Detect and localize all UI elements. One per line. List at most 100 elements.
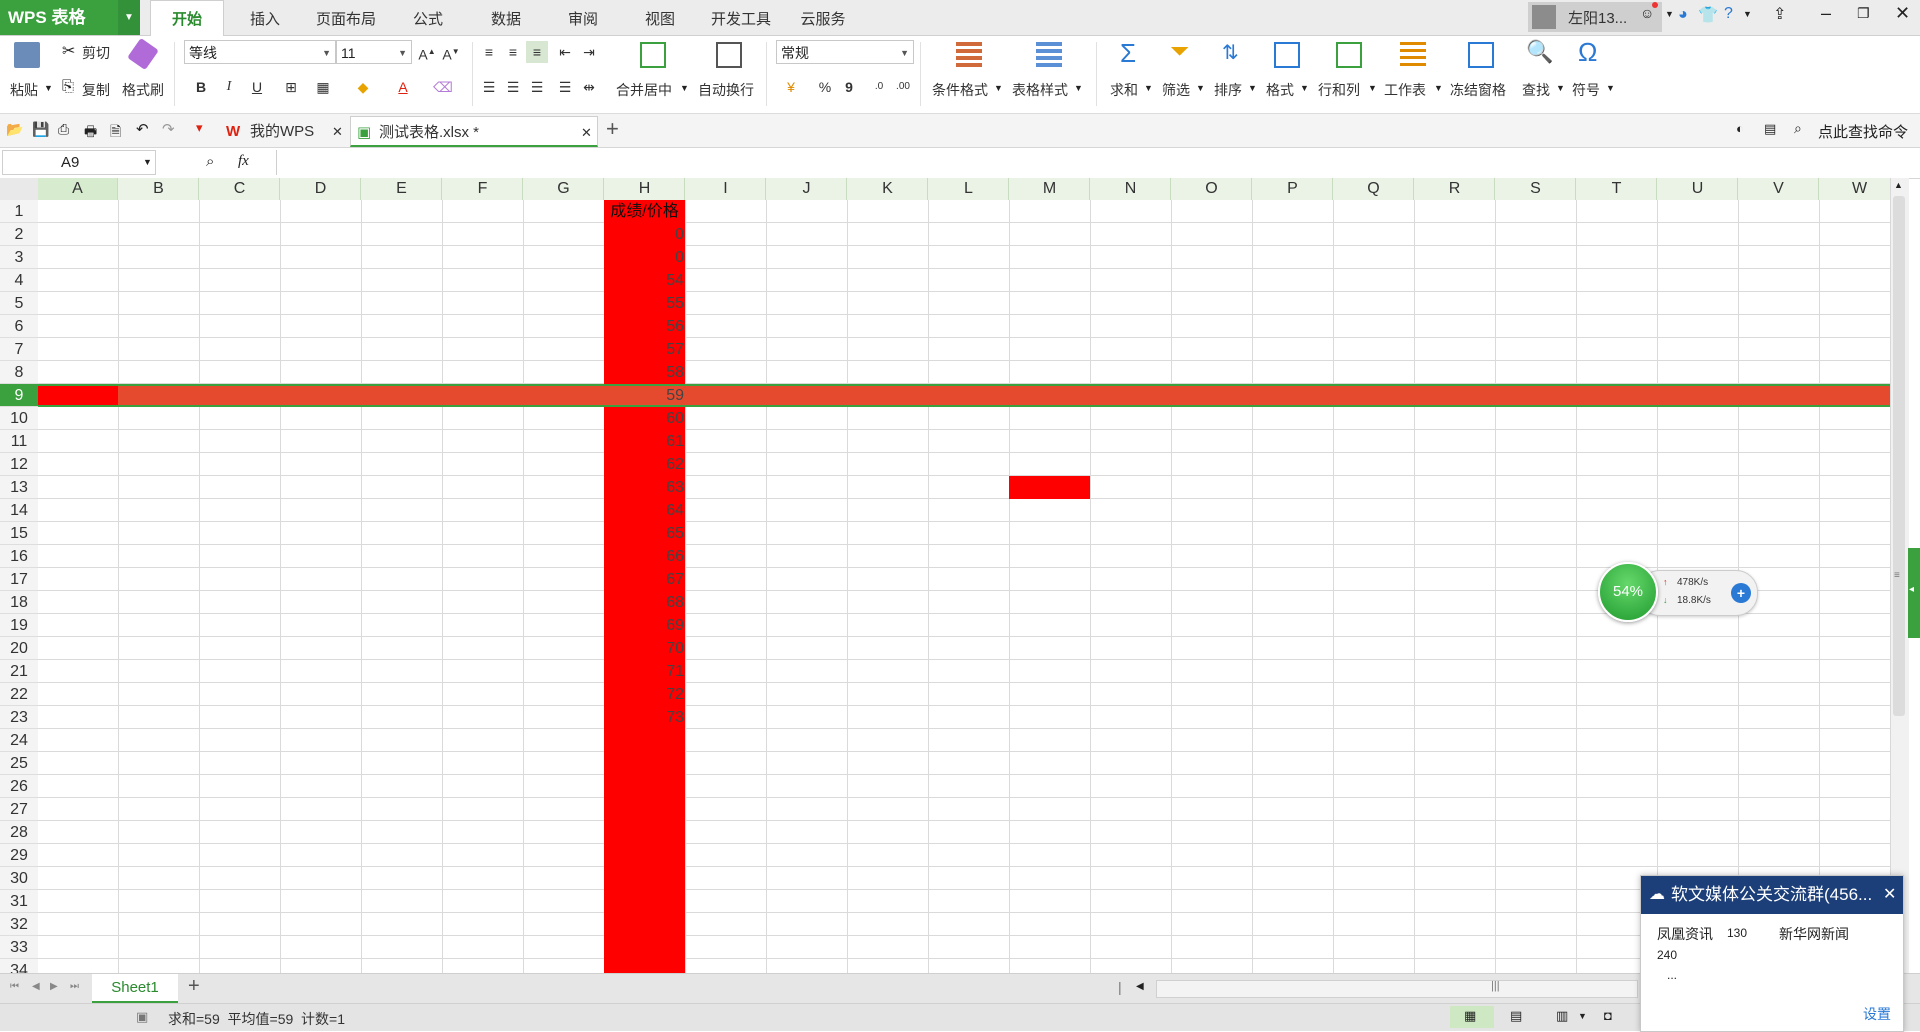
row-header[interactable]: 33 [0, 936, 38, 959]
cloud-upload-icon[interactable]: ⇪ [1773, 4, 1786, 24]
column-header[interactable]: U [1658, 178, 1738, 200]
row-header[interactable]: 12 [0, 453, 38, 476]
row-header[interactable]: 4 [0, 269, 38, 292]
row-header[interactable]: 11 [0, 430, 38, 453]
tab-review[interactable]: 审阅 [555, 0, 611, 35]
chevron-down-icon[interactable]: ▼ [1368, 83, 1377, 93]
row-header[interactable]: 18 [0, 591, 38, 614]
row-header[interactable]: 7 [0, 338, 38, 361]
justify-icon[interactable]: ☰ [554, 76, 576, 98]
cell-h16[interactable]: 66 [605, 545, 686, 568]
cell-h10[interactable]: 60 [605, 407, 686, 430]
decimal-increase-icon[interactable]: .0 [868, 76, 890, 98]
cell-h9[interactable]: 59 [605, 384, 686, 407]
row-header[interactable]: 27 [0, 798, 38, 821]
cell-h20[interactable]: 70 [605, 637, 686, 660]
copy-icon[interactable]: ⎘ [62, 78, 74, 95]
chevron-down-icon[interactable]: ▼ [44, 83, 53, 93]
merge-center-button[interactable]: 合并居中 [616, 80, 672, 100]
select-all-corner[interactable] [0, 178, 39, 201]
column-header[interactable]: P [1253, 178, 1333, 200]
chevron-down-icon[interactable]: ▼ [1196, 83, 1205, 93]
row-header[interactable]: 21 [0, 660, 38, 683]
first-sheet-icon[interactable]: ⏮ [10, 981, 19, 992]
row-header[interactable]: 20 [0, 637, 38, 660]
column-header[interactable]: N [1091, 178, 1171, 200]
tab-developer[interactable]: 开发工具 [705, 0, 777, 35]
distribute-icon[interactable]: ⇹ [578, 76, 600, 98]
column-header[interactable]: V [1739, 178, 1819, 200]
column-header[interactable]: R [1415, 178, 1495, 200]
cell-h14[interactable]: 64 [605, 499, 686, 522]
undo-icon[interactable]: ↶ [136, 120, 149, 138]
row-header[interactable]: 19 [0, 614, 38, 637]
column-header[interactable]: J [767, 178, 847, 200]
cell-h18[interactable]: 68 [605, 591, 686, 614]
scissors-icon[interactable]: ✂ [62, 41, 75, 61]
doc-tab-home[interactable]: W 我的WPS ✕ [222, 116, 348, 147]
customize-icon[interactable]: ▾ [196, 120, 203, 136]
font-name-select[interactable]: 等线 ▼ [184, 40, 336, 64]
row-header[interactable]: 14 [0, 499, 38, 522]
indent-increase-icon[interactable]: ⇥ [578, 41, 600, 63]
number-format-select[interactable]: 常规 ▼ [776, 40, 914, 64]
column-header[interactable]: K [848, 178, 928, 200]
sort-button[interactable]: 排序 [1214, 80, 1242, 100]
row-header[interactable]: 5 [0, 292, 38, 315]
font-color-icon[interactable]: A [392, 76, 414, 98]
align-middle-icon[interactable]: ≡ [502, 41, 524, 63]
sort-icon[interactable]: ⇅ [1222, 40, 1239, 65]
scroll-up-icon[interactable]: ▲ [1894, 180, 1903, 190]
freeze-button[interactable]: 冻结窗格 [1450, 80, 1506, 100]
row-header[interactable]: 29 [0, 844, 38, 867]
paste-icon[interactable] [14, 42, 40, 68]
active-cell-a9[interactable] [38, 386, 118, 405]
row-header[interactable]: 24 [0, 729, 38, 752]
export-pdf-icon[interactable]: ⎙ [58, 121, 69, 138]
column-header[interactable]: I [686, 178, 766, 200]
chevron-down-icon[interactable]: ▼ [994, 83, 1003, 93]
save-icon[interactable]: 💾 [32, 121, 49, 138]
cell-h3[interactable]: 0 [605, 246, 686, 269]
align-center-icon[interactable]: ☰ [502, 76, 524, 98]
cell-h21[interactable]: 71 [605, 660, 686, 683]
percent-button[interactable]: % [814, 76, 836, 98]
page-break-view-icon[interactable]: ▤ [1510, 1008, 1522, 1024]
table-style-button[interactable]: 表格样式 [1012, 80, 1068, 100]
news-link-1[interactable]: 凤凰资讯 [1657, 924, 1713, 944]
chevron-down-icon[interactable]: ▼ [1144, 83, 1153, 93]
sheet-tab-sheet1[interactable]: Sheet1 [92, 974, 178, 1003]
chevron-down-icon[interactable]: ▼ [1556, 83, 1565, 93]
column-header[interactable]: T [1577, 178, 1657, 200]
chevron-down-icon[interactable]: ▼ [1434, 83, 1443, 93]
restore-icon[interactable]: ❐ [1857, 5, 1870, 22]
macro-icon[interactable]: ▣ [136, 1009, 148, 1025]
row-header[interactable]: 16 [0, 545, 38, 568]
last-sheet-icon[interactable]: ⏭ [70, 981, 79, 992]
cell-h11[interactable]: 61 [605, 430, 686, 453]
cell-h13[interactable]: 63 [605, 476, 686, 499]
name-box[interactable]: A9 ▼ [2, 150, 156, 175]
column-header[interactable]: D [281, 178, 361, 200]
row-header[interactable]: 1 [0, 200, 38, 223]
italic-button[interactable]: I [218, 76, 240, 98]
column-header[interactable]: B [119, 178, 199, 200]
copy-button[interactable]: 复制 [82, 80, 110, 100]
chevron-down-icon[interactable]: ▼ [1248, 83, 1257, 93]
currency-icon[interactable]: ¥ [780, 76, 802, 98]
fx-button[interactable]: fx [238, 153, 249, 170]
row-header[interactable]: 26 [0, 775, 38, 798]
chevron-down-icon[interactable]: ▼ [1300, 83, 1309, 93]
font-decrease-icon[interactable]: A▼ [440, 41, 462, 63]
tab-home[interactable]: 开始 [150, 0, 224, 36]
tab-insert[interactable]: 插入 [240, 0, 290, 35]
row-header[interactable]: 28 [0, 821, 38, 844]
column-header[interactable]: E [362, 178, 442, 200]
horizontal-scrollbar[interactable]: ||| [1156, 980, 1638, 998]
skin-icon[interactable]: ◕ [1678, 6, 1688, 24]
cell-h8[interactable]: 58 [605, 361, 686, 384]
prev-sheet-icon[interactable]: ◀ [32, 981, 40, 992]
user-button[interactable]: 左阳13... ☺ [1528, 2, 1662, 32]
chevron-down-icon[interactable]: ▼ [1074, 83, 1083, 93]
column-header[interactable]: Q [1334, 178, 1414, 200]
